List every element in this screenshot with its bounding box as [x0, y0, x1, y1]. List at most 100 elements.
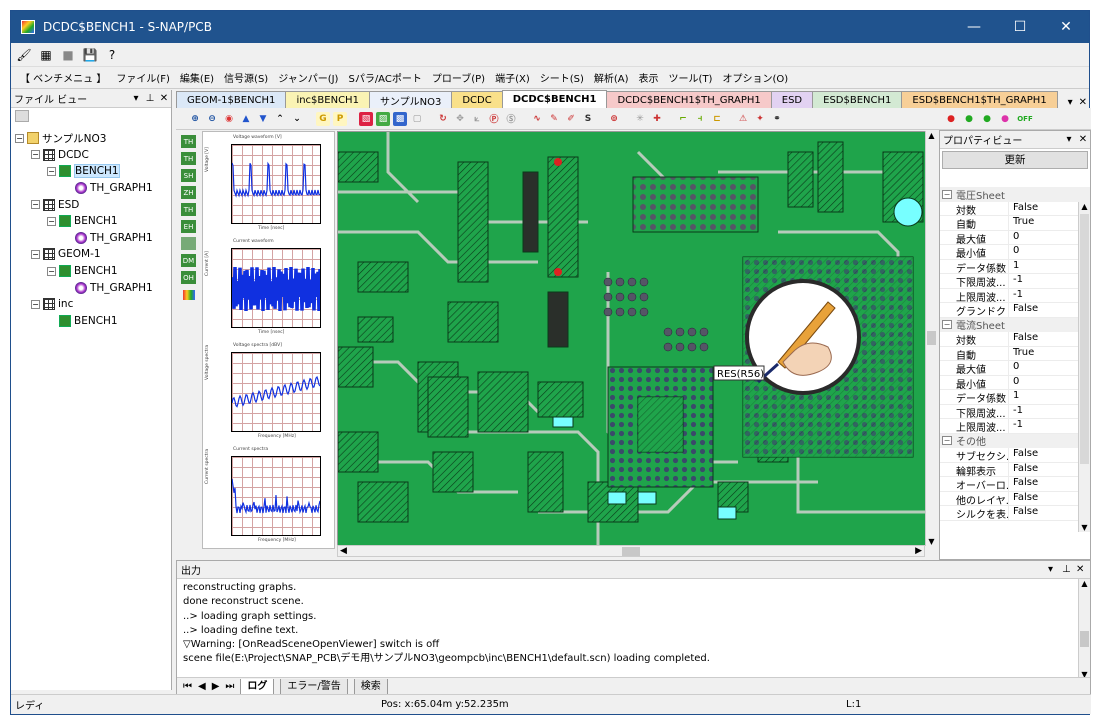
g-icon[interactable]: G — [316, 111, 330, 126]
chevron-down-icon[interactable]: ⌄ — [290, 112, 304, 126]
tab-close-icon[interactable]: ✕ — [1079, 97, 1087, 108]
chevron-up-icon[interactable]: ⌃ — [273, 112, 287, 126]
property-row[interactable]: シルクを表...False — [940, 506, 1090, 521]
bench-menu-icon[interactable]: 🖌 — [15, 46, 33, 64]
analysis-button[interactable]: TH — [181, 152, 196, 165]
tab-document[interactable]: DCDC$BENCH1 — [501, 90, 608, 108]
pink-dot-icon[interactable]: ● — [998, 112, 1012, 126]
arrow-down-icon[interactable]: ▼ — [256, 112, 270, 126]
sig-icon[interactable]: ✦ — [753, 112, 767, 126]
scroll-left-icon[interactable]: ◀ — [340, 546, 347, 556]
tab-document[interactable]: ESD$BENCH1 — [812, 91, 903, 108]
app-icon[interactable] — [21, 20, 35, 34]
wire3-icon[interactable]: ⊏ — [710, 112, 724, 126]
tree-node[interactable]: TH_GRAPH1 — [15, 230, 171, 247]
scroll-right-icon[interactable]: ▶ — [915, 546, 922, 556]
property-row[interactable]: 下限周波... -1 — [940, 404, 1090, 419]
zoom-in-icon[interactable]: ⊕ — [188, 112, 202, 126]
tab-search[interactable]: 検索 — [353, 678, 388, 695]
mini-graph[interactable]: Current spectra Current spectra Frequency … — [203, 444, 334, 548]
mini-graph[interactable]: Voltage waveform [V] Voltage [V] Time [nse… — [203, 132, 334, 236]
menu-item-11[interactable]: ツール(T) — [664, 70, 718, 85]
analysis-button[interactable]: EH — [181, 220, 196, 233]
layer4-icon[interactable]: ▢ — [410, 112, 424, 126]
analysis-button[interactable]: DM — [181, 254, 196, 267]
move-icon[interactable]: ✥ — [453, 112, 467, 126]
maximize-button[interactable]: ☐ — [997, 11, 1043, 43]
layer2-icon[interactable]: ▨ — [376, 111, 390, 126]
property-row[interactable]: 他のレイヤ...False — [940, 491, 1090, 506]
property-row[interactable]: 上限周波... -1 — [940, 419, 1090, 434]
output-scrollbar[interactable]: ▲ ▼ — [1078, 579, 1090, 679]
scroll-up-icon[interactable]: ▲ — [926, 131, 937, 140]
pcb-drawing[interactable]: RES(R56) — [338, 132, 937, 546]
port-p-icon[interactable]: Ⓟ — [487, 112, 501, 126]
pen2-icon[interactable]: ✐ — [564, 112, 578, 126]
property-row[interactable]: グランドクリ...False — [940, 303, 1090, 318]
zoom-out-icon[interactable]: ⊖ — [205, 112, 219, 126]
property-row[interactable]: 上限周波... -1 — [940, 288, 1090, 303]
tree-node[interactable]: TH_GRAPH1 — [15, 180, 171, 197]
menu-item-8[interactable]: シート(S) — [535, 70, 589, 85]
red-dot-icon[interactable]: ● — [944, 112, 958, 126]
off-toggle[interactable]: OFF — [1016, 112, 1034, 126]
tree-expander-icon[interactable]: − — [31, 249, 40, 259]
tree-expander-icon[interactable]: − — [31, 299, 40, 309]
menu-item-5[interactable]: Sパラ/ACポート — [343, 70, 426, 85]
menu-item-7[interactable]: 端子(X) — [490, 70, 535, 85]
canvas-horizontal-scrollbar[interactable]: ◀ ▶ — [337, 545, 925, 557]
output-dropdown-icon[interactable]: ▾ — [1048, 564, 1062, 575]
menu-item-2[interactable]: 編集(E) — [175, 70, 219, 85]
tree-node[interactable]: − ESD — [15, 196, 171, 213]
analysis-button[interactable]: ZH — [181, 186, 196, 199]
arrow-up-icon[interactable]: ▲ — [239, 112, 253, 126]
tree-node[interactable]: − BENCH1 — [15, 263, 171, 280]
menu-item-6[interactable]: プローブ(P) — [427, 70, 490, 85]
tree-expander-icon[interactable]: − — [47, 266, 56, 276]
color-scale-icon[interactable] — [183, 290, 195, 300]
tree-node[interactable]: − BENCH1 — [15, 163, 171, 180]
tab-document[interactable]: GEOM-1$BENCH1 — [176, 91, 287, 108]
property-category[interactable]: − 電流Sheet — [940, 317, 1090, 332]
tree-node[interactable]: − GEOM-1 — [15, 246, 171, 263]
close-button[interactable]: ✕ — [1043, 11, 1089, 43]
pcb-canvas[interactable]: RES(R56) — [337, 131, 937, 546]
star-icon[interactable]: ✳ — [633, 112, 647, 126]
menu-item-3[interactable]: 信号源(S) — [219, 70, 273, 85]
tree-expander-icon[interactable]: − — [31, 200, 40, 210]
help-icon[interactable]: ? — [103, 46, 121, 64]
property-category[interactable]: − その他 — [940, 433, 1090, 448]
tab-list-icon[interactable]: ▾ — [1068, 97, 1073, 108]
tree-node[interactable]: − サンプルNO3 — [15, 130, 171, 147]
property-row[interactable]: 自動 True — [940, 346, 1090, 361]
warning-icon[interactable]: ⚠ — [736, 112, 750, 126]
mini-graph[interactable]: Current waveform Current [A] Time [nsec] — [203, 236, 334, 340]
tab-nav-first-icon[interactable]: ⏮ — [183, 681, 192, 692]
prop-close-icon[interactable]: ✕ — [1076, 134, 1090, 145]
property-row[interactable]: オーバーロ...False — [940, 477, 1090, 492]
scroll-down-icon[interactable]: ▼ — [926, 537, 937, 546]
analysis-button[interactable]: TH — [181, 203, 196, 216]
tab-document[interactable]: ESD — [770, 91, 814, 108]
tree-node[interactable]: − DCDC — [15, 147, 171, 164]
save-icon[interactable]: 💾 — [81, 46, 99, 64]
property-row[interactable]: 最大値 0 — [940, 361, 1090, 376]
prop-dropdown-icon[interactable]: ▾ — [1062, 134, 1076, 145]
property-scrollbar[interactable]: ▲ ▼ — [1078, 202, 1090, 532]
analysis-button[interactable]: SH — [181, 169, 196, 182]
property-row[interactable]: サブセクシ...False — [940, 448, 1090, 463]
zoom-fit-icon[interactable]: ◉ — [222, 112, 236, 126]
tab-document[interactable]: ESD$BENCH1$TH_GRAPH1 — [901, 91, 1058, 108]
property-row[interactable]: 輪郭表示 False — [940, 462, 1090, 477]
green-dot2-icon[interactable]: ● — [980, 112, 994, 126]
menu-item-0[interactable]: 【 ベンチメニュ 】 — [15, 70, 111, 85]
wire-icon[interactable]: ⌐ — [676, 112, 690, 126]
tree-node[interactable]: − BENCH1 — [15, 213, 171, 230]
property-row[interactable]: 下限周波... -1 — [940, 274, 1090, 289]
layout-icon[interactable]: ▦ — [37, 46, 55, 64]
refresh-button[interactable]: 更新 — [942, 151, 1088, 169]
menu-item-1[interactable]: ファイル(F) — [111, 70, 175, 85]
property-row[interactable]: 最小値 0 — [940, 245, 1090, 260]
property-row[interactable]: データ係数 1 — [940, 259, 1090, 274]
green-dot-icon[interactable]: ● — [962, 112, 976, 126]
